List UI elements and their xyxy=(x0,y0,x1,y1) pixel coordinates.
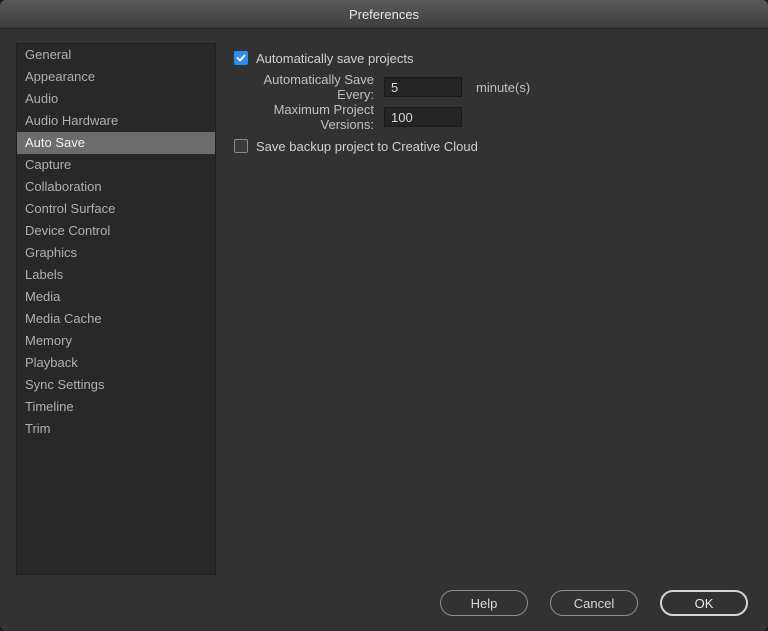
backup-cloud-checkbox[interactable] xyxy=(234,139,248,153)
save-every-unit: minute(s) xyxy=(476,80,530,95)
settings-panel: Automatically save projects Automaticall… xyxy=(234,43,752,575)
preferences-dialog: Preferences GeneralAppearanceAudioAudio … xyxy=(0,0,768,631)
max-versions-input[interactable] xyxy=(384,107,462,127)
auto-save-checkbox[interactable] xyxy=(234,51,248,65)
max-versions-label: Maximum Project Versions: xyxy=(234,102,384,132)
sidebar-item-timeline[interactable]: Timeline xyxy=(17,396,215,418)
sidebar-item-media[interactable]: Media xyxy=(17,286,215,308)
sidebar-item-trim[interactable]: Trim xyxy=(17,418,215,440)
sidebar-item-general[interactable]: General xyxy=(17,44,215,66)
help-button[interactable]: Help xyxy=(440,590,528,616)
auto-save-checkbox-label: Automatically save projects xyxy=(256,51,414,66)
dialog-body: GeneralAppearanceAudioAudio HardwareAuto… xyxy=(0,29,768,575)
cancel-button[interactable]: Cancel xyxy=(550,590,638,616)
sidebar-item-audio-hardware[interactable]: Audio Hardware xyxy=(17,110,215,132)
sidebar-item-auto-save[interactable]: Auto Save xyxy=(17,132,215,154)
titlebar: Preferences xyxy=(0,0,768,29)
sidebar-item-labels[interactable]: Labels xyxy=(17,264,215,286)
sidebar-item-memory[interactable]: Memory xyxy=(17,330,215,352)
save-every-row: Automatically Save Every: minute(s) xyxy=(234,73,752,101)
sidebar-item-collaboration[interactable]: Collaboration xyxy=(17,176,215,198)
sidebar-item-device-control[interactable]: Device Control xyxy=(17,220,215,242)
sidebar-item-appearance[interactable]: Appearance xyxy=(17,66,215,88)
dialog-footer: Help Cancel OK xyxy=(0,575,768,631)
ok-button[interactable]: OK xyxy=(660,590,748,616)
sidebar-item-media-cache[interactable]: Media Cache xyxy=(17,308,215,330)
save-every-label: Automatically Save Every: xyxy=(234,72,384,102)
window-title: Preferences xyxy=(349,7,419,22)
sidebar-item-audio[interactable]: Audio xyxy=(17,88,215,110)
auto-save-checkbox-row[interactable]: Automatically save projects xyxy=(234,45,752,71)
sidebar-item-sync-settings[interactable]: Sync Settings xyxy=(17,374,215,396)
max-versions-row: Maximum Project Versions: xyxy=(234,103,752,131)
category-sidebar: GeneralAppearanceAudioAudio HardwareAuto… xyxy=(16,43,216,575)
backup-cloud-checkbox-row[interactable]: Save backup project to Creative Cloud xyxy=(234,133,752,159)
check-icon xyxy=(236,53,246,63)
sidebar-item-playback[interactable]: Playback xyxy=(17,352,215,374)
save-every-input[interactable] xyxy=(384,77,462,97)
sidebar-item-capture[interactable]: Capture xyxy=(17,154,215,176)
sidebar-item-graphics[interactable]: Graphics xyxy=(17,242,215,264)
backup-cloud-checkbox-label: Save backup project to Creative Cloud xyxy=(256,139,478,154)
sidebar-item-control-surface[interactable]: Control Surface xyxy=(17,198,215,220)
